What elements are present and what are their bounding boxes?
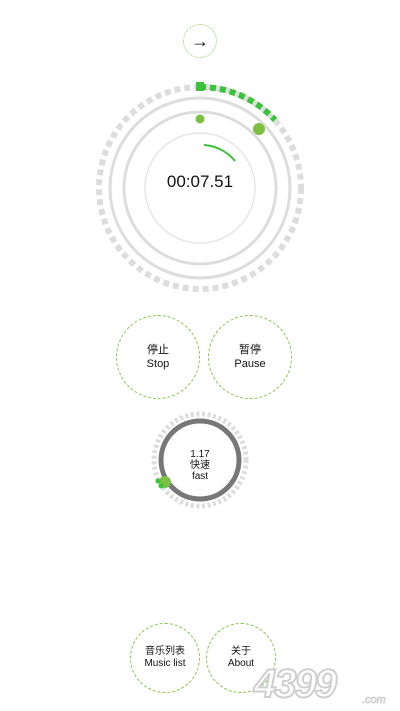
speed-readout: 1.17 快速 fast — [165, 449, 235, 482]
pause-label-en: Pause — [234, 358, 266, 370]
pause-button[interactable]: 暂停 Pause — [208, 315, 292, 399]
speed-label-en: fast — [191, 471, 209, 482]
elapsed-time: 00:07.51 — [166, 172, 234, 191]
inner-progress-arc — [203, 144, 236, 162]
music-list-label-zh: 音乐列表 — [145, 646, 185, 657]
svg-text:.com: .com — [362, 694, 386, 706]
stop-button[interactable]: 停止 Stop — [116, 315, 200, 399]
svg-text:4399: 4399 — [253, 662, 338, 706]
site-watermark-logo: 4399 .com — [252, 661, 386, 707]
second-dot — [253, 123, 265, 135]
speed-value: 1.17 — [190, 449, 210, 460]
speed-handle-dot-2 — [158, 483, 164, 489]
speed-label-zh: 快速 — [190, 460, 210, 471]
pause-label-zh: 暂停 — [239, 344, 261, 356]
music-list-label-en: Music list — [144, 658, 186, 669]
music-list-button[interactable]: 音乐列表 Music list — [130, 623, 200, 693]
forward-arrow-button[interactable]: → — [183, 24, 217, 58]
outer-progress-start-marker — [196, 82, 204, 91]
stop-label-en: Stop — [146, 358, 170, 370]
stop-label-zh: 停止 — [147, 344, 169, 356]
about-label-zh: 关于 — [231, 646, 251, 657]
arrow-right-icon: → — [191, 30, 209, 51]
minute-dot — [195, 114, 205, 124]
speed-handle-dot — [155, 478, 161, 484]
